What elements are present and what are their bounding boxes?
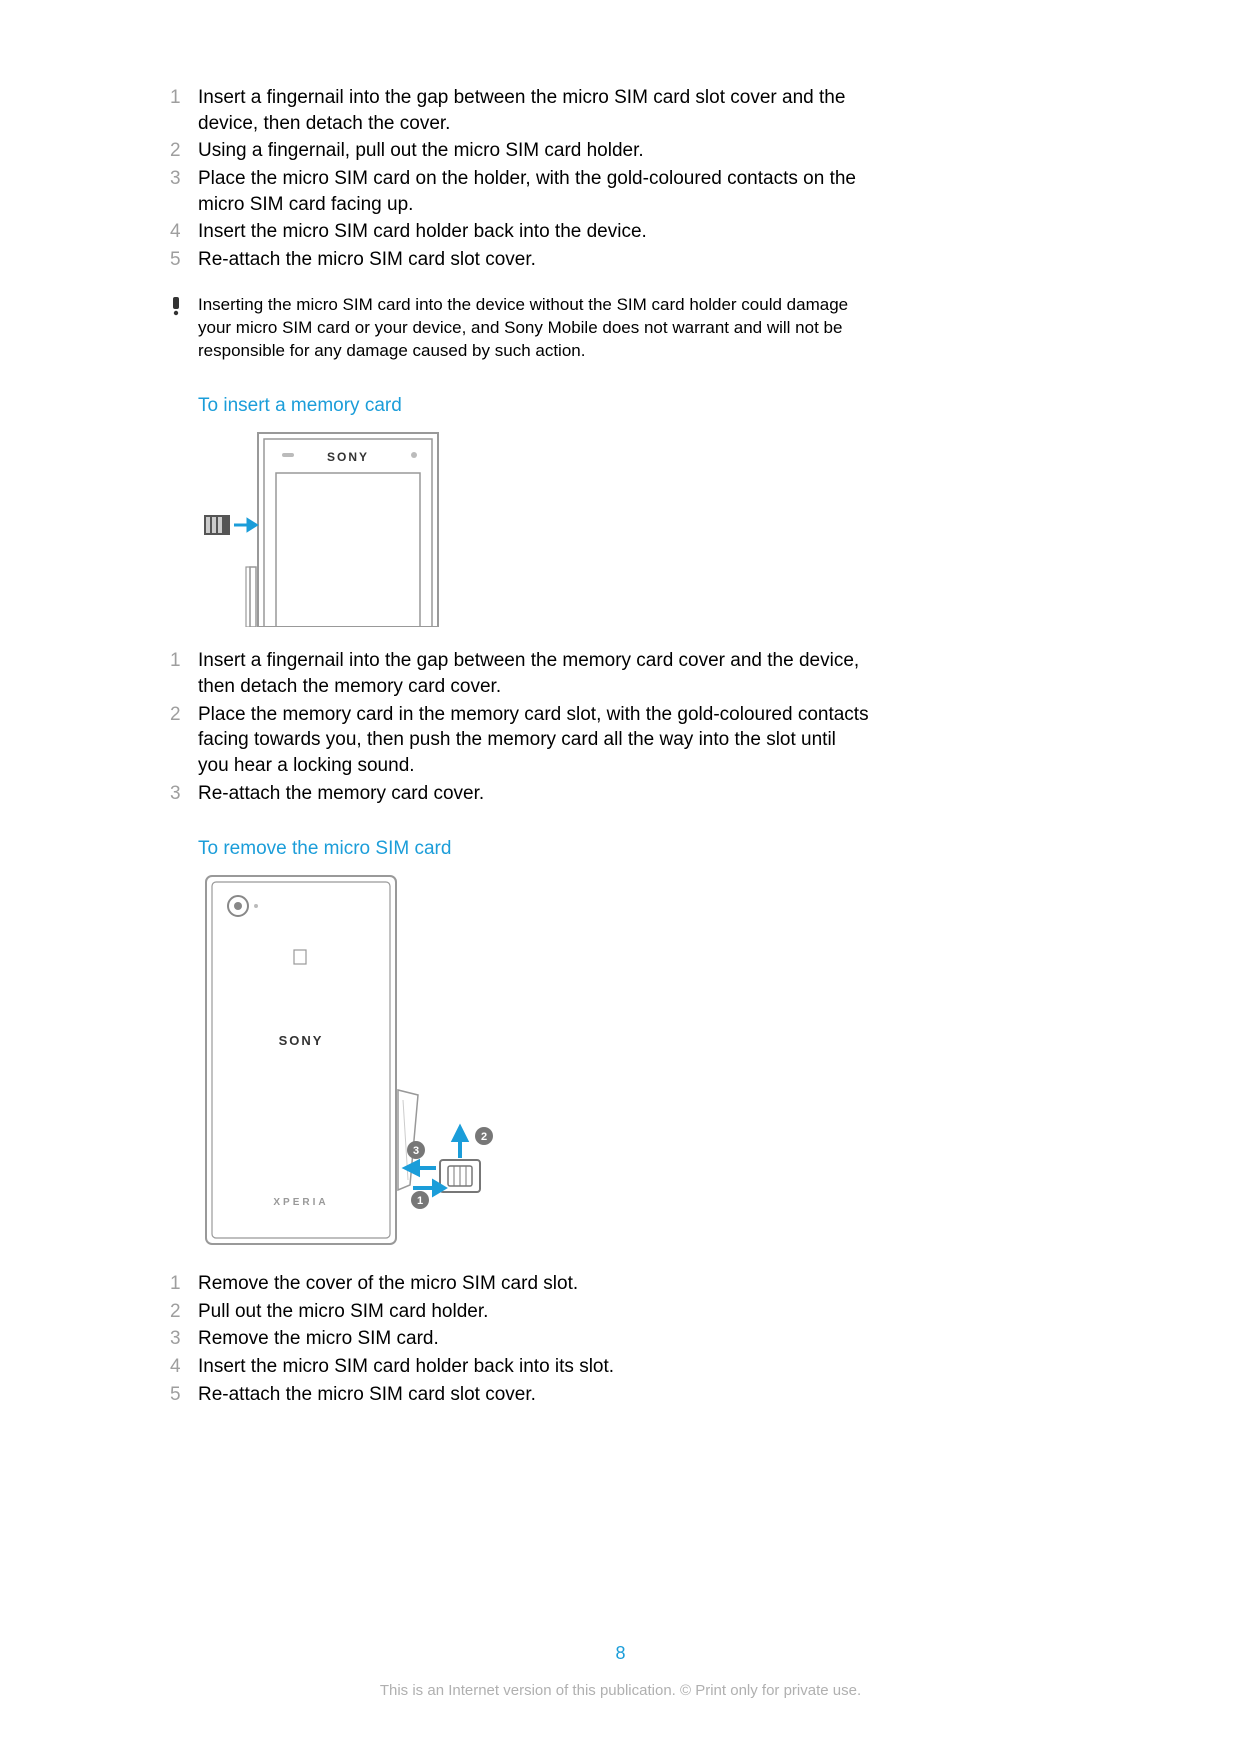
step-text: Re-attach the memory card cover.	[198, 781, 484, 807]
step-text: Place the micro SIM card on the holder, …	[198, 166, 870, 217]
step-number: 4	[170, 219, 198, 245]
brand-label: SONY	[279, 1033, 324, 1048]
step-list-insert-memory: 1 Insert a fingernail into the gap betwe…	[170, 648, 870, 806]
step-item: 2 Pull out the micro SIM card holder.	[170, 1299, 870, 1325]
step-text: Insert the micro SIM card holder back in…	[198, 1354, 614, 1380]
step-list-insert-sim: 1 Insert a fingernail into the gap betwe…	[170, 85, 870, 272]
section-heading-remove-sim: To remove the micro SIM card	[198, 838, 870, 860]
step-item: 5 Re-attach the micro SIM card slot cove…	[170, 1382, 870, 1408]
step-item: 3 Re-attach the memory card cover.	[170, 781, 870, 807]
marker-3: 3	[413, 1145, 419, 1157]
step-text: Remove the micro SIM card.	[198, 1326, 439, 1352]
step-number: 2	[170, 1299, 198, 1325]
step-text: Remove the cover of the micro SIM card s…	[198, 1271, 578, 1297]
step-number: 3	[170, 166, 198, 192]
step-text: Insert a fingernail into the gap between…	[198, 85, 870, 136]
step-item: 3 Remove the micro SIM card.	[170, 1326, 870, 1352]
manual-page: 1 Insert a fingernail into the gap betwe…	[0, 0, 1241, 1754]
step-number: 3	[170, 1326, 198, 1352]
step-text: Re-attach the micro SIM card slot cover.	[198, 247, 536, 273]
step-number: 2	[170, 138, 198, 164]
step-item: 1 Remove the cover of the micro SIM card…	[170, 1271, 870, 1297]
step-number: 5	[170, 247, 198, 273]
step-number: 3	[170, 781, 198, 807]
step-item: 4 Insert the micro SIM card holder back …	[170, 1354, 870, 1380]
step-text: Insert the micro SIM card holder back in…	[198, 219, 647, 245]
step-number: 2	[170, 702, 198, 728]
model-label: XPERIA	[273, 1197, 328, 1208]
brand-label: SONY	[327, 450, 369, 464]
step-item: 2 Using a fingernail, pull out the micro…	[170, 138, 870, 164]
step-text: Place the memory card in the memory card…	[198, 702, 870, 779]
warning-text: Inserting the micro SIM card into the de…	[198, 294, 870, 363]
step-number: 1	[170, 1271, 198, 1297]
marker-1: 1	[417, 1195, 423, 1207]
step-item: 4 Insert the micro SIM card holder back …	[170, 219, 870, 245]
illustration-insert-memory: SONY	[198, 427, 870, 632]
step-text: Re-attach the micro SIM card slot cover.	[198, 1382, 536, 1408]
page-number: 8	[0, 1643, 1241, 1664]
step-text: Using a fingernail, pull out the micro S…	[198, 138, 644, 164]
illustration-remove-sim: SONY XPERIA	[198, 870, 870, 1255]
warning-icon	[170, 294, 198, 320]
step-item: 3 Place the micro SIM card on the holder…	[170, 166, 870, 217]
step-item: 2 Place the memory card in the memory ca…	[170, 702, 870, 779]
step-list-remove-sim: 1 Remove the cover of the micro SIM card…	[170, 1271, 870, 1407]
step-item: 1 Insert a fingernail into the gap betwe…	[170, 648, 870, 699]
step-number: 1	[170, 648, 198, 674]
step-item: 1 Insert a fingernail into the gap betwe…	[170, 85, 870, 136]
step-number: 4	[170, 1354, 198, 1380]
step-number: 1	[170, 85, 198, 111]
section-heading-memory: To insert a memory card	[198, 395, 870, 417]
footer-note: This is an Internet version of this publ…	[0, 1682, 1241, 1699]
step-text: Pull out the micro SIM card holder.	[198, 1299, 488, 1325]
warning-note: Inserting the micro SIM card into the de…	[170, 294, 870, 363]
step-number: 5	[170, 1382, 198, 1408]
step-item: 5 Re-attach the micro SIM card slot cove…	[170, 247, 870, 273]
marker-2: 2	[481, 1131, 487, 1143]
content-area: 1 Insert a fingernail into the gap betwe…	[170, 85, 870, 1407]
step-text: Insert a fingernail into the gap between…	[198, 648, 870, 699]
